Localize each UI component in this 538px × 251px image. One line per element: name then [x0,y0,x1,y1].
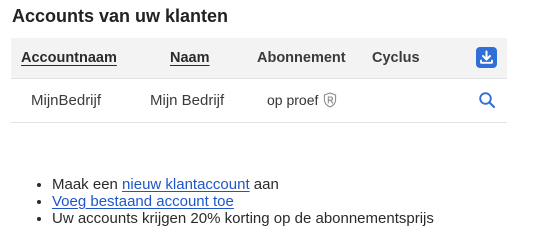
item-text-prefix: Maak een [52,176,123,193]
discount-info-text: Uw accounts krijgen 20% korting op de ab… [52,210,434,227]
cell-account-name: MijnBedrijf [31,92,102,109]
view-account-button[interactable] [478,91,496,109]
list-item: Voeg bestaand account toe [52,193,434,210]
column-header-account-name[interactable]: Accountnaam [21,50,117,66]
list-item: Maak een nieuw klantaccount aan [52,176,434,193]
column-header-name[interactable]: Naam [170,50,210,66]
page-title: Accounts van uw klanten [12,6,229,26]
table-row: MijnBedrijf Mijn Bedrijf op proef [11,79,507,121]
shield-r-icon [324,92,337,108]
download-icon [480,50,493,64]
accounts-table: Accountnaam Naam Abonnement Cyclus MijnB… [11,38,507,123]
table-header: Accountnaam Naam Abonnement Cyclus [11,38,507,79]
subscription-status: op proef [267,90,337,110]
add-existing-account-link[interactable]: Voeg bestaand account toe [52,193,234,210]
download-button[interactable] [476,47,497,68]
info-list: Maak een nieuw klantaccount aan Voeg bes… [34,176,434,227]
item-text-suffix: aan [249,176,279,193]
column-header-cycle: Cyclus [372,50,420,66]
list-item: Uw accounts krijgen 20% korting op de ab… [52,210,434,227]
status-badge: op proef [267,92,319,108]
search-icon [479,92,496,109]
column-header-subscription: Abonnement [257,50,346,66]
new-customer-account-link[interactable]: nieuw klantaccount [122,176,250,193]
cell-name: Mijn Bedrijf [150,92,225,109]
